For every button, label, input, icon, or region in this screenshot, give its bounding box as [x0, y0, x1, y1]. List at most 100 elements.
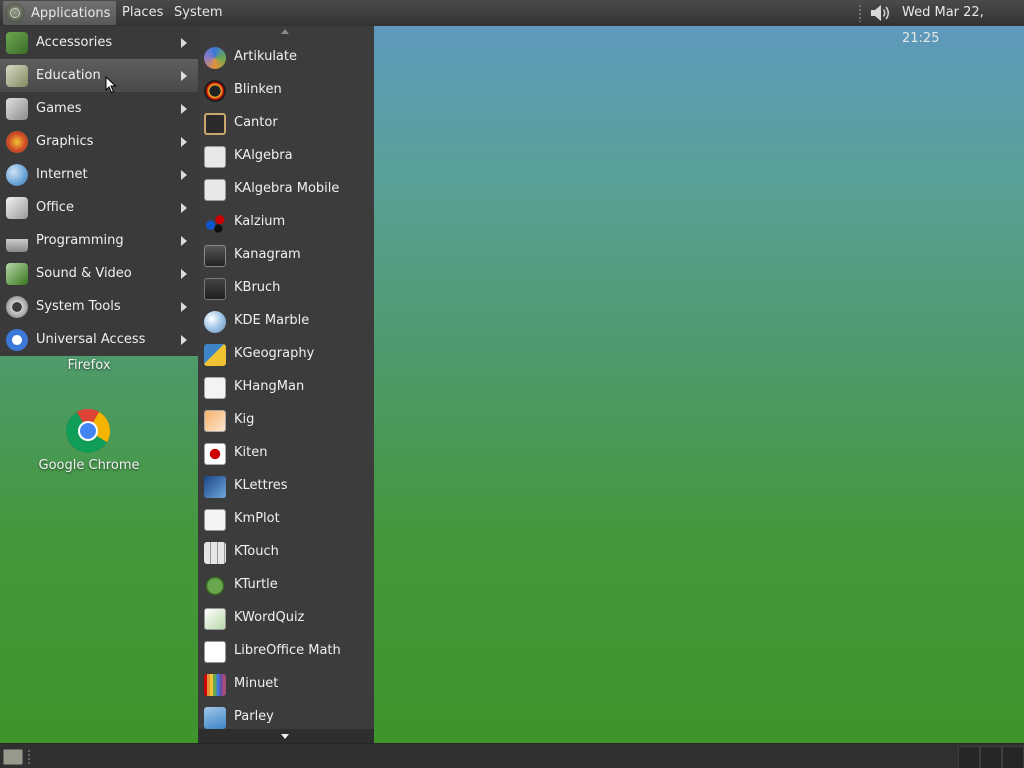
- education-submenu: Artikulate Blinken Cantor KAlgebra KAlge…: [198, 26, 374, 743]
- menu-item-label: Office: [36, 200, 74, 215]
- submenu-item-label: Kanagram: [234, 247, 301, 262]
- submenu-item-label: KAlgebra: [234, 148, 293, 163]
- speaker-icon[interactable]: [868, 3, 892, 23]
- gear-icon: [6, 296, 28, 318]
- submenu-item-artikulate[interactable]: Artikulate: [198, 41, 374, 74]
- applications-menu-label: Applications: [31, 5, 111, 21]
- universal-access-icon: [6, 329, 28, 351]
- menu-item-office[interactable]: Office: [0, 191, 198, 224]
- submenu-item-kalgebra-mobile[interactable]: KAlgebra Mobile: [198, 173, 374, 206]
- chevron-right-icon: [181, 203, 187, 213]
- submenu-item-kig[interactable]: Kig: [198, 404, 374, 437]
- scroll-down-arrow-icon: [281, 734, 289, 739]
- submenu-item-kbruch[interactable]: KBruch: [198, 272, 374, 305]
- show-desktop-icon[interactable]: [3, 749, 23, 765]
- submenu-item-kanagram[interactable]: Kanagram: [198, 239, 374, 272]
- desktop-icon-chrome-label[interactable]: Google Chrome: [34, 458, 144, 473]
- kbruch-icon: [204, 278, 226, 300]
- submenu-item-blinken[interactable]: Blinken: [198, 74, 374, 107]
- applications-menu-button[interactable]: Applications: [3, 1, 117, 25]
- khangman-icon: [204, 377, 226, 399]
- submenu-item-label: KBruch: [234, 280, 281, 295]
- submenu-item-label: KGeography: [234, 346, 315, 361]
- submenu-item-label: KAlgebra Mobile: [234, 181, 340, 196]
- menu-item-education[interactable]: Education: [0, 59, 198, 92]
- mouse-pointer-icon: [105, 76, 117, 94]
- workspace-switcher-3[interactable]: [1002, 746, 1024, 768]
- accessories-icon: [6, 32, 28, 54]
- submenu-item-klettres[interactable]: KLettres: [198, 470, 374, 503]
- menu-item-system-tools[interactable]: System Tools: [0, 290, 198, 323]
- menu-item-label: Education: [36, 68, 101, 83]
- kwordquiz-icon: [204, 608, 226, 630]
- submenu-item-kde-marble[interactable]: KDE Marble: [198, 305, 374, 338]
- marble-icon: [204, 311, 226, 333]
- chevron-right-icon: [181, 302, 187, 312]
- menu-item-universal-access[interactable]: Universal Access: [0, 323, 198, 356]
- submenu-item-cantor[interactable]: Cantor: [198, 107, 374, 140]
- submenu-item-label: KTurtle: [234, 577, 278, 592]
- workspace-switcher-1[interactable]: [958, 746, 980, 768]
- programming-icon: [6, 230, 28, 252]
- submenu-item-label: KTouch: [234, 544, 279, 559]
- menu-item-label: Graphics: [36, 134, 94, 149]
- chevron-right-icon: [181, 236, 187, 246]
- menu-item-internet[interactable]: Internet: [0, 158, 198, 191]
- panel-drag-handle[interactable]: [27, 749, 31, 765]
- clock[interactable]: Wed Mar 22, 21:25: [902, 0, 1024, 46]
- submenu-item-label: Kalzium: [234, 214, 286, 229]
- menu-item-label: Accessories: [36, 35, 113, 50]
- submenu-item-khangman[interactable]: KHangMan: [198, 371, 374, 404]
- submenu-item-label: Artikulate: [234, 49, 297, 64]
- submenu-item-label: KHangMan: [234, 379, 305, 394]
- workspace-switcher-2[interactable]: [980, 746, 1002, 768]
- chevron-right-icon: [181, 38, 187, 48]
- menu-item-label: Universal Access: [36, 332, 146, 347]
- menu-item-games[interactable]: Games: [0, 92, 198, 125]
- chevron-right-icon: [181, 71, 187, 81]
- places-menu-button[interactable]: Places: [116, 0, 169, 26]
- chrome-icon[interactable]: [64, 407, 112, 455]
- minuet-icon: [204, 674, 226, 696]
- menu-item-graphics[interactable]: Graphics: [0, 125, 198, 158]
- applications-menu: Accessories Education Games Graphics Int…: [0, 26, 198, 356]
- submenu-item-kturtle[interactable]: KTurtle: [198, 569, 374, 602]
- submenu-item-kalzium[interactable]: Kalzium: [198, 206, 374, 239]
- submenu-scroll-up[interactable]: [198, 26, 374, 40]
- libreoffice-math-icon: [204, 641, 226, 663]
- submenu-item-kiten[interactable]: Kiten: [198, 437, 374, 470]
- submenu-item-kmplot[interactable]: KmPlot: [198, 503, 374, 536]
- education-icon: [6, 65, 28, 87]
- ktouch-icon: [204, 542, 226, 564]
- system-menu-button[interactable]: System: [168, 0, 228, 26]
- submenu-item-kalgebra[interactable]: KAlgebra: [198, 140, 374, 173]
- submenu-item-minuet[interactable]: Minuet: [198, 668, 374, 701]
- desktop-icon-firefox[interactable]: Firefox: [40, 358, 138, 373]
- submenu-item-kgeography[interactable]: KGeography: [198, 338, 374, 371]
- submenu-item-label: Blinken: [234, 82, 282, 97]
- menu-item-accessories[interactable]: Accessories: [0, 26, 198, 59]
- chevron-right-icon: [181, 137, 187, 147]
- submenu-item-label: Cantor: [234, 115, 278, 130]
- submenu-scroll-down[interactable]: [198, 729, 374, 743]
- panel-drag-handle[interactable]: [858, 4, 862, 22]
- menu-item-label: Internet: [36, 167, 88, 182]
- kalgebra-mobile-icon: [204, 179, 226, 201]
- submenu-item-label: LibreOffice Math: [234, 643, 341, 658]
- cantor-icon: [204, 113, 226, 135]
- menu-item-programming[interactable]: Programming: [0, 224, 198, 257]
- submenu-item-ktouch[interactable]: KTouch: [198, 536, 374, 569]
- submenu-item-label: KLettres: [234, 478, 288, 493]
- top-panel: Applications Places System Wed Mar 22, 2…: [0, 0, 1024, 46]
- submenu-item-kwordquiz[interactable]: KWordQuiz: [198, 602, 374, 635]
- menu-item-sound-video[interactable]: Sound & Video: [0, 257, 198, 290]
- menu-item-label: Sound & Video: [36, 266, 132, 281]
- menu-item-label: Programming: [36, 233, 124, 248]
- office-icon: [6, 197, 28, 219]
- submenu-item-libreoffice-math[interactable]: LibreOffice Math: [198, 635, 374, 668]
- klettres-icon: [204, 476, 226, 498]
- games-icon: [6, 98, 28, 120]
- chevron-right-icon: [181, 170, 187, 180]
- mate-logo-icon: [5, 3, 25, 23]
- kgeography-icon: [204, 344, 226, 366]
